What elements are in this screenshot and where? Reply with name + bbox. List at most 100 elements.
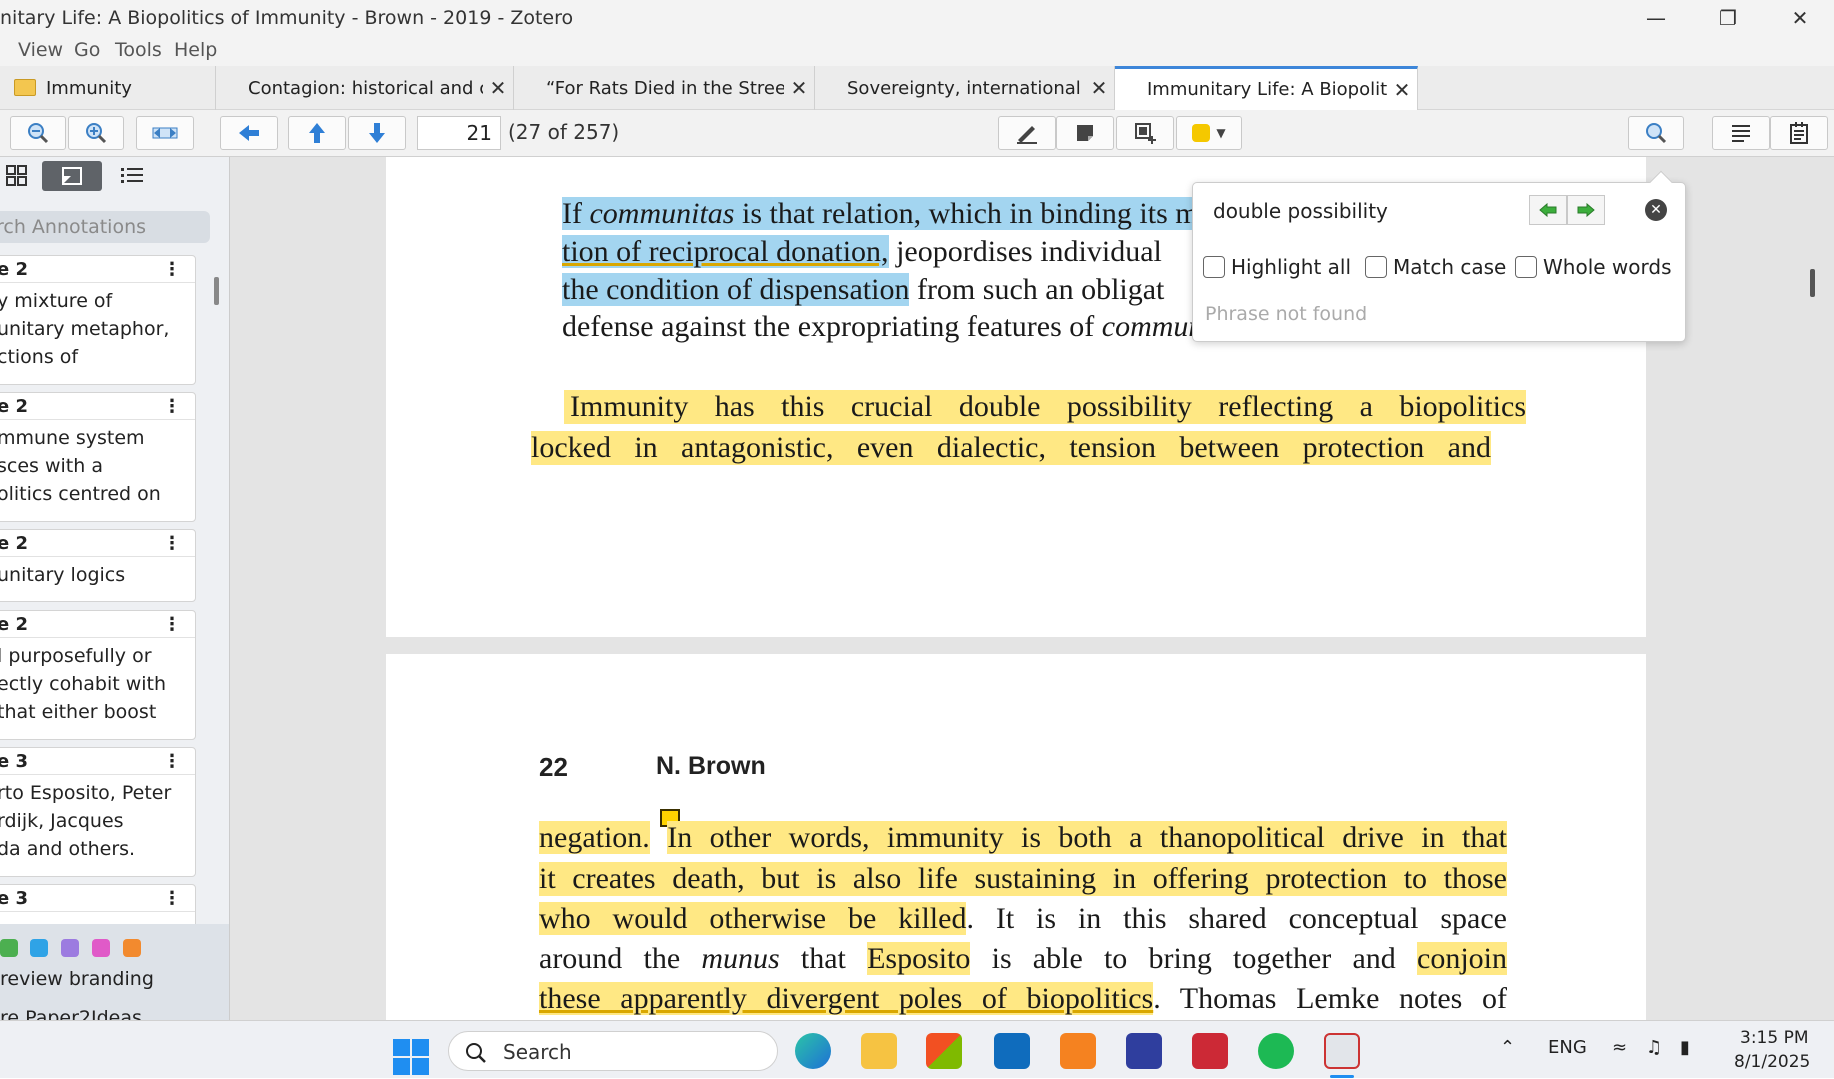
taskbar-search[interactable]: Search <box>448 1031 778 1071</box>
menu-view[interactable]: View <box>18 39 63 61</box>
tab-library[interactable]: Immunity <box>0 66 216 110</box>
zoom-page-width-button[interactable] <box>136 116 194 150</box>
paragraph-line: these apparently divergent poles of biop… <box>539 982 1507 1015</box>
checkbox-box[interactable] <box>1515 256 1537 278</box>
annotation-line: y mixture of <box>0 290 113 312</box>
edge-app-icon[interactable] <box>795 1033 831 1069</box>
close-tab-icon[interactable]: ✕ <box>1084 76 1114 100</box>
close-find-button[interactable]: ✕ <box>1645 199 1667 221</box>
highlight-all-checkbox[interactable]: Highlight all <box>1203 255 1351 279</box>
more-options-icon[interactable]: ⋮ <box>163 256 181 283</box>
more-options-icon[interactable]: ⋮ <box>163 885 181 912</box>
tab-immunitary-life[interactable]: Immunitary Life: A Biopoliti... ✕ <box>1115 66 1418 110</box>
zoom-out-button[interactable] <box>10 116 66 150</box>
menu-tools[interactable]: Tools <box>115 39 162 61</box>
zotero-icon[interactable] <box>1192 1033 1228 1069</box>
annotations-view-button[interactable] <box>42 161 102 191</box>
toggle-notes-button[interactable] <box>1770 116 1828 150</box>
tag-list-row[interactable]: review branding <box>0 968 154 990</box>
close-window-button[interactable]: ✕ <box>1764 0 1834 36</box>
find-input[interactable]: double possibility <box>1213 199 1388 223</box>
color-filter-green[interactable] <box>0 939 18 957</box>
menu-help[interactable]: Help <box>174 39 217 61</box>
microsoft-store-icon[interactable] <box>926 1033 962 1069</box>
page-number-input[interactable]: 21 <box>417 116 501 150</box>
color-picker-button[interactable]: ▼ <box>1176 116 1242 150</box>
annotation-card[interactable]: e 2 ⋮ y mixture of unitary metaphor, ctio… <box>0 255 196 385</box>
next-page-button[interactable] <box>348 116 406 150</box>
close-tab-icon[interactable]: ✕ <box>483 76 513 100</box>
tab-sovereignty[interactable]: Sovereignty, international l... ✕ <box>815 66 1115 110</box>
more-options-icon[interactable]: ⋮ <box>163 530 181 557</box>
chevron-up-icon[interactable]: ⌃ <box>1500 1037 1515 1058</box>
annotation-line: unitary metaphor, <box>0 318 170 340</box>
thumbnails-view-button[interactable] <box>0 161 34 191</box>
area-tool-button[interactable] <box>1116 116 1174 150</box>
taskbar-search-label: Search <box>503 1040 572 1064</box>
more-options-icon[interactable]: ⋮ <box>163 611 181 638</box>
language-indicator[interactable]: ENG <box>1548 1037 1587 1058</box>
close-tab-icon[interactable]: ✕ <box>784 76 814 100</box>
color-filter-magenta[interactable] <box>92 939 110 957</box>
toggle-outline-button[interactable] <box>1712 116 1770 150</box>
tab-contagion[interactable]: Contagion: historical and c... ✕ <box>216 66 514 110</box>
more-options-icon[interactable]: ⋮ <box>163 393 181 420</box>
color-filter-blue[interactable] <box>30 939 48 957</box>
find-button[interactable] <box>1628 116 1684 150</box>
zoom-in-button[interactable] <box>68 116 124 150</box>
menu-go[interactable]: Go <box>74 39 100 61</box>
viewer-scrollbar[interactable] <box>1810 269 1815 297</box>
running-head: N. Brown <box>656 752 766 780</box>
match-case-checkbox[interactable]: Match case <box>1365 255 1506 279</box>
annotation-line: rto Esposito, Peter <box>0 782 172 804</box>
clock-date[interactable]: 8/1/2025 <box>1734 1052 1810 1072</box>
tag-list-row[interactable]: re Paper2Ideas <box>0 1007 142 1020</box>
color-filter-orange[interactable] <box>123 939 141 957</box>
tag-filter-panel: review branding re Paper2Ideas <box>0 924 229 1020</box>
minimize-button[interactable]: — <box>1620 0 1692 36</box>
previous-page-button[interactable] <box>288 116 346 150</box>
checkbox-box[interactable] <box>1365 256 1387 278</box>
checkbox-box[interactable] <box>1203 256 1225 278</box>
annotation-card[interactable]: e 2 ⋮ mmune system sces with a olitics ce… <box>0 392 196 522</box>
find-next-button[interactable] <box>1567 195 1605 225</box>
battery-icon[interactable]: ▮ <box>1680 1037 1690 1058</box>
tab-label: Contagion: historical and c... <box>248 77 483 99</box>
annotation-page-label: e 3 <box>0 888 28 909</box>
outlook-icon[interactable] <box>994 1033 1030 1069</box>
spotify-icon[interactable] <box>1258 1033 1294 1069</box>
close-tab-icon[interactable]: ✕ <box>1387 78 1417 102</box>
wifi-icon[interactable]: ≈ <box>1612 1037 1627 1058</box>
annotation-card[interactable]: e 3 ⋮ rto Esposito, Peter rdijk, Jacques … <box>0 747 196 877</box>
paragraph-line: who would otherwise be killed. It is in … <box>539 902 1507 935</box>
annotation-card-header: e 2 ⋮ <box>0 393 195 420</box>
annotation-card-header: e 2 ⋮ <box>0 530 195 557</box>
volume-icon[interactable]: ♫ <box>1646 1037 1662 1058</box>
annotation-card[interactable]: e 2 ⋮ unitary logics <box>0 529 196 602</box>
tab-for-rats[interactable]: “For Rats Died in the Street;... ✕ <box>514 66 815 110</box>
more-options-icon[interactable]: ⋮ <box>163 748 181 775</box>
annotation-card[interactable]: e 2 ⋮ l purposefully or ectly cohabit wit… <box>0 610 196 740</box>
note-icon <box>1077 125 1093 141</box>
annotation-page-label: e 2 <box>0 396 28 417</box>
restore-button[interactable]: ❐ <box>1692 0 1764 36</box>
annotation-page-label: e 2 <box>0 533 28 554</box>
file-explorer-icon[interactable] <box>861 1033 897 1069</box>
outline-view-button[interactable] <box>104 161 160 191</box>
sidebar-scrollbar[interactable] <box>214 277 219 305</box>
highlighted-quote-line: locked in antagonistic, even dialectic, … <box>531 431 1491 465</box>
highlight-tool-button[interactable] <box>998 116 1056 150</box>
whole-words-checkbox[interactable]: Whole words <box>1515 255 1672 279</box>
find-previous-button[interactable] <box>1529 195 1567 225</box>
start-button[interactable] <box>393 1039 429 1075</box>
pdf-app-icon[interactable] <box>1060 1033 1096 1069</box>
search-annotations-input[interactable]: rch Annotations <box>0 211 210 243</box>
annotation-text: rto Esposito, Peter rdijk, Jacques da an… <box>0 775 195 867</box>
clock-time[interactable]: 3:15 PM <box>1740 1028 1809 1048</box>
app-icon[interactable] <box>1126 1033 1162 1069</box>
annotation-line: ctions of <box>0 346 79 368</box>
color-filter-purple[interactable] <box>61 939 79 957</box>
snipping-tool-icon[interactable] <box>1324 1033 1360 1069</box>
note-tool-button[interactable] <box>1056 116 1114 150</box>
back-button[interactable] <box>220 116 278 150</box>
